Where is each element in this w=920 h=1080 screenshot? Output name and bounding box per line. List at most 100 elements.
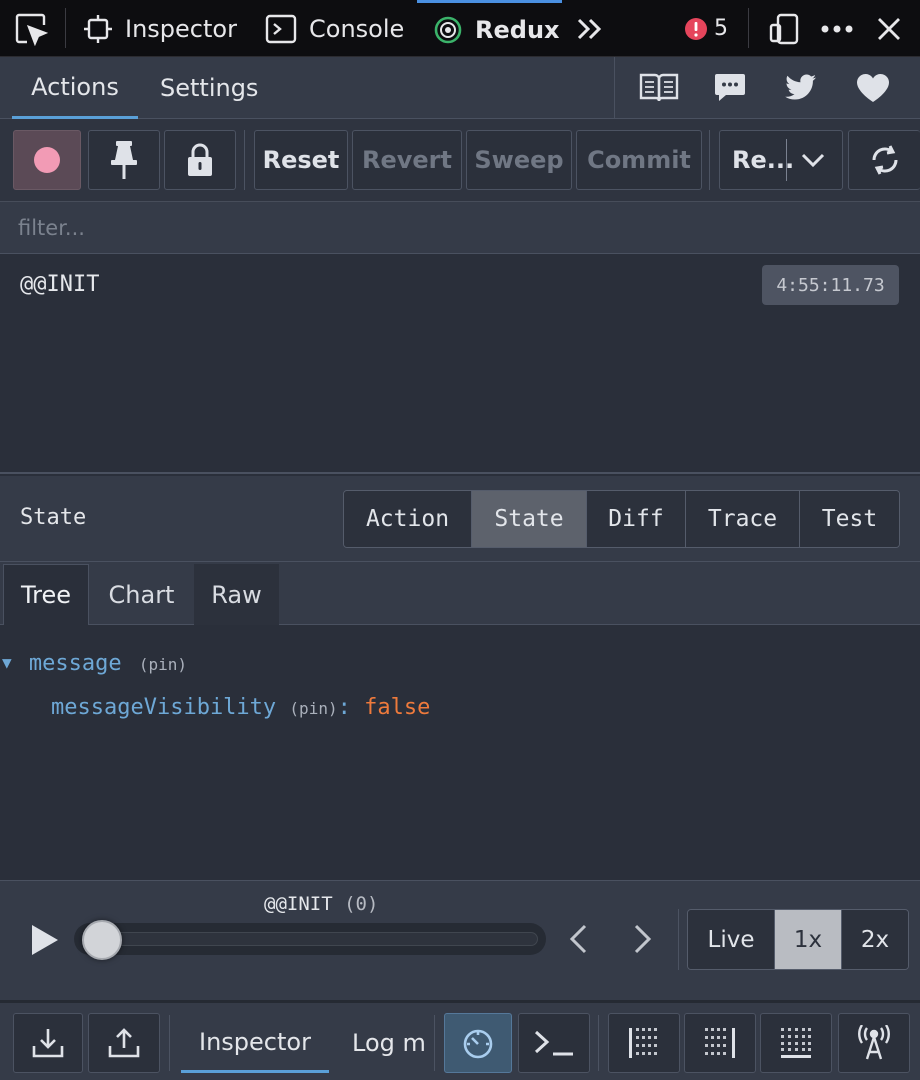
ellipsis-icon (820, 24, 854, 34)
tab-raw[interactable]: Raw (194, 564, 279, 625)
chevron-right-icon (632, 923, 654, 955)
tab-diff[interactable]: Diff (587, 491, 686, 547)
chevron-left-icon (567, 923, 589, 955)
devtools-toolbar: Inspector Console Redux 5 (0, 0, 920, 57)
state-view-tabs: Tree Chart Raw (0, 562, 920, 625)
lock-icon (186, 143, 214, 177)
tab-settings[interactable]: Settings (160, 57, 258, 119)
heart-icon (856, 73, 890, 103)
log-monitor-tab[interactable]: Log m (352, 1013, 432, 1073)
tab-console[interactable]: Console (265, 0, 404, 57)
sweep-button[interactable]: Sweep (466, 130, 572, 190)
tree-node-key: message (28, 651, 122, 676)
upload-tray-icon (107, 1026, 141, 1060)
next-action-button[interactable] (632, 923, 654, 955)
previous-action-button[interactable] (567, 923, 589, 955)
twitter-button[interactable] (785, 74, 817, 102)
tab-actions[interactable]: Actions (12, 57, 138, 119)
speed-1x-button[interactable]: 1x (775, 910, 842, 969)
play-icon (30, 923, 60, 957)
reset-button[interactable]: Reset (254, 130, 348, 190)
slider-action-label: @@INIT (0) (264, 893, 378, 915)
tree-pin-link[interactable]: (pin) (289, 699, 337, 718)
slider-track[interactable] (74, 920, 546, 960)
broadcast-antenna-icon (854, 1025, 894, 1061)
chevron-double-right-icon (574, 14, 606, 44)
slider-action-index: (0) (344, 893, 379, 915)
state-tree: ▼ message (pin) messageVisibility (pin):… (0, 625, 920, 880)
tab-tree[interactable]: Tree (3, 564, 89, 625)
filter-input[interactable] (18, 212, 898, 244)
twitter-icon (785, 74, 817, 102)
responsive-mode-button[interactable] (768, 0, 800, 57)
record-button[interactable] (13, 130, 81, 190)
slider-monitor: @@INIT (0) Live 1x 2x (0, 880, 920, 1000)
tab-state[interactable]: State (472, 491, 587, 547)
console-icon (265, 14, 297, 44)
pin-button[interactable] (88, 130, 160, 190)
sync-button[interactable] (848, 130, 920, 190)
error-icon (684, 17, 708, 41)
timer-icon (461, 1026, 495, 1060)
instance-select[interactable]: Re... (719, 130, 843, 190)
tab-trace[interactable]: Trace (686, 491, 800, 547)
tab-action[interactable]: Action (344, 491, 472, 547)
action-list: @@INIT 4:55:11.73 (0, 254, 920, 474)
tab-redux[interactable]: Redux (417, 0, 562, 57)
instance-select-label: Re... (732, 146, 795, 174)
tab-redux-label: Redux (475, 16, 560, 44)
tab-console-label: Console (309, 14, 405, 43)
slider-action-name: @@INIT (264, 893, 333, 915)
inspector-icon (83, 14, 113, 44)
docs-button[interactable] (639, 71, 679, 103)
feedback-button[interactable] (714, 72, 746, 102)
chevron-down-icon (800, 149, 826, 171)
export-button[interactable] (88, 1013, 160, 1073)
refresh-icon (870, 142, 900, 178)
tree-node-message-visibility[interactable]: messageVisibility (pin): false (51, 695, 430, 720)
dock-right-icon (703, 1026, 737, 1060)
slider-thumb[interactable] (82, 920, 122, 960)
playback-speed-group: Live 1x 2x (687, 909, 909, 970)
list-item[interactable]: @@INIT 4:55:11.73 (0, 254, 920, 318)
error-count-badge[interactable]: 5 (684, 0, 728, 57)
tab-chart[interactable]: Chart (89, 564, 194, 625)
responsive-device-icon (768, 13, 800, 45)
remote-button[interactable] (838, 1013, 910, 1073)
tree-node-key: messageVisibility (51, 695, 277, 720)
dispatcher-toggle-button[interactable] (444, 1013, 512, 1073)
tree-expand-icon[interactable]: ▼ (2, 653, 12, 672)
speed-2x-button[interactable]: 2x (842, 910, 908, 969)
inspector-monitor-tab[interactable]: Inspector (181, 1013, 329, 1073)
state-panel-header: State Action State Diff Trace Test (0, 476, 920, 562)
tab-settings-label: Settings (160, 74, 259, 102)
remote-dispatcher-button[interactable] (518, 1013, 590, 1073)
tab-test[interactable]: Test (800, 491, 899, 547)
bottom-toolbar: Inspector Log m (0, 1000, 920, 1080)
revert-button[interactable]: Revert (352, 130, 462, 190)
monitor-view-tabs: Action State Diff Trace Test (343, 490, 900, 548)
close-devtools-button[interactable] (876, 0, 902, 57)
tree-key-separator: : (337, 695, 351, 720)
tree-pin-link[interactable]: (pin) (139, 655, 187, 674)
filter-bar (0, 202, 920, 254)
element-picker-button[interactable] (14, 0, 48, 57)
play-button[interactable] (30, 923, 60, 957)
import-button[interactable] (13, 1013, 83, 1073)
speed-live-button[interactable]: Live (688, 910, 775, 969)
dock-bottom-button[interactable] (760, 1013, 832, 1073)
more-options-button[interactable] (820, 0, 854, 57)
tree-node-message[interactable]: ▼ message (pin) (2, 651, 187, 676)
dock-left-button[interactable] (608, 1013, 680, 1073)
record-icon (32, 145, 62, 175)
commit-button[interactable]: Commit (576, 130, 702, 190)
tree-node-value: false (364, 695, 431, 720)
sponsor-button[interactable] (856, 73, 890, 103)
redux-icon (433, 15, 463, 45)
error-count: 5 (714, 16, 728, 41)
lock-button[interactable] (164, 130, 236, 190)
action-timestamp: 4:55:11.73 (762, 265, 899, 305)
dock-right-button[interactable] (684, 1013, 756, 1073)
more-tabs-button[interactable] (574, 0, 606, 57)
tab-inspector[interactable]: Inspector (83, 0, 237, 57)
